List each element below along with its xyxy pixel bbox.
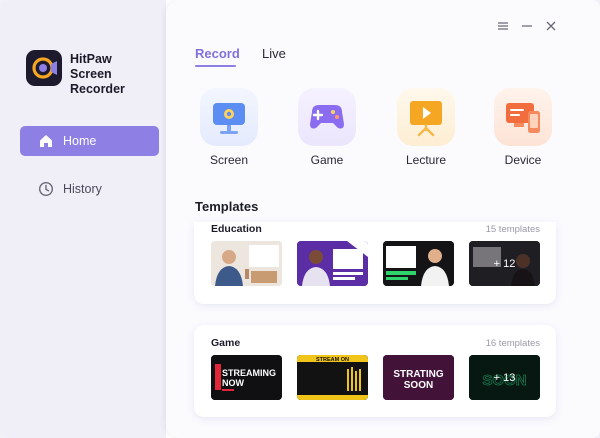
thumb-text: STRATING (393, 369, 444, 380)
thumb-text: SOON (404, 380, 433, 391)
mode-device[interactable]: Device (493, 88, 553, 167)
section-count: 15 templates (485, 224, 540, 235)
thumb-text: STREAMING (222, 368, 276, 378)
clock-icon (38, 181, 54, 197)
menu-icon[interactable] (496, 20, 510, 32)
mode-lecture[interactable]: Lecture (396, 88, 456, 167)
mode-label: Screen (209, 153, 249, 167)
device-icon (506, 103, 540, 133)
main-panel: Record Live Screen Game Lecture Device T… (166, 0, 600, 438)
tab-live[interactable]: Live (262, 46, 286, 61)
more-templates-count: + 13 (469, 355, 540, 400)
gamepad-icon (310, 105, 344, 129)
screen-tile (200, 88, 258, 146)
app-name-line2: Screen Recorder (70, 67, 125, 96)
close-icon[interactable] (544, 20, 558, 32)
section-title: Game (211, 337, 241, 349)
sidebar-item-home[interactable]: Home (20, 126, 159, 156)
mode-label: Game (310, 153, 344, 167)
more-templates-count: + 12 (469, 241, 540, 286)
thumb-text: NOW (222, 378, 245, 388)
template-thumb[interactable] (383, 241, 454, 286)
app-name-line1: HitPaw (70, 52, 112, 66)
template-thumb-more[interactable]: + 12 (469, 241, 540, 286)
home-icon (40, 135, 52, 147)
device-tile (494, 88, 552, 146)
lecture-tile (397, 88, 455, 146)
mode-screen[interactable]: Screen (199, 88, 259, 167)
template-section-game: Game 16 templates STREAMING NOW STREAM O… (194, 325, 556, 417)
template-thumb[interactable]: STREAMING NOW (211, 355, 282, 400)
template-thumb[interactable]: STRATING SOON (383, 355, 454, 400)
template-thumb[interactable]: STREAM ON (297, 355, 368, 400)
app-window: HitPaw Screen Recorder Home History Reco… (0, 0, 600, 438)
sidebar-item-label: Home (63, 134, 97, 148)
active-tab-indicator (195, 65, 236, 67)
minimize-icon[interactable] (520, 20, 534, 32)
screen-icon (213, 103, 245, 134)
section-title: Education (211, 223, 262, 235)
mode-game[interactable]: Game (297, 88, 357, 167)
template-section-education: Education 15 templates + 12 (194, 222, 556, 304)
sidebar-item-history[interactable]: History (20, 174, 159, 204)
tab-record[interactable]: Record (195, 46, 240, 61)
sidebar: HitPaw Screen Recorder Home History (0, 0, 166, 438)
lecture-icon (410, 101, 442, 137)
record-logo-icon (32, 57, 57, 79)
template-thumb[interactable] (297, 241, 368, 286)
section-count: 16 templates (485, 338, 540, 349)
thumb-text: STREAM ON (316, 357, 349, 363)
mode-label: Device (504, 153, 542, 167)
template-thumb-more[interactable]: SOON + 13 (469, 355, 540, 400)
app-name: HitPaw Screen Recorder (70, 52, 166, 97)
app-logo (26, 50, 62, 86)
sidebar-item-label: History (63, 182, 102, 196)
templates-title: Templates (195, 199, 259, 214)
template-thumb[interactable] (211, 241, 282, 286)
mode-label: Lecture (405, 153, 447, 167)
game-tile (298, 88, 356, 146)
